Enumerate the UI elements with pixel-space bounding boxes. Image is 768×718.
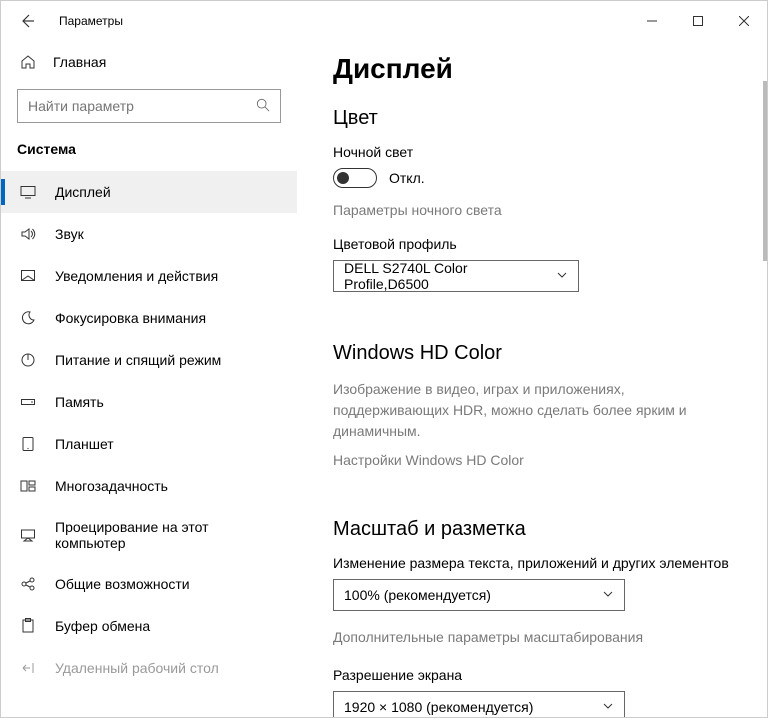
main-content: Дисплей Цвет Ночной свет Откл. Параметры… (297, 41, 767, 717)
color-heading: Цвет (333, 107, 743, 130)
scale-value: 100% (рекомендуется) (344, 587, 491, 603)
notifications-icon (19, 267, 37, 285)
resolution-value: 1920 × 1080 (рекомендуется) (344, 699, 533, 715)
sidebar-item-label: Питание и спящий режим (55, 352, 221, 368)
sidebar-item-label: Звук (55, 226, 84, 242)
sidebar-item-shared[interactable]: Общие возможности (1, 563, 297, 605)
shared-icon (19, 575, 37, 593)
search-field[interactable] (28, 98, 256, 114)
sidebar-section-label: Система (1, 141, 297, 171)
chevron-down-icon (602, 699, 614, 715)
sidebar-item-label: Планшет (55, 436, 114, 452)
hdr-settings-link[interactable]: Настройки Windows HD Color (333, 452, 743, 468)
sidebar-item-label: Общие возможности (55, 576, 190, 592)
resolution-select[interactable]: 1920 × 1080 (рекомендуется) (333, 691, 625, 717)
sidebar-item-sound[interactable]: Звук (1, 213, 297, 255)
night-light-label: Ночной свет (333, 144, 743, 160)
night-light-toggle[interactable] (333, 168, 377, 188)
home-icon (19, 53, 37, 71)
hdr-desc: Изображение в видео, играх и приложениях… (333, 379, 743, 442)
sidebar-item-label: Проецирование на этот компьютер (55, 519, 281, 551)
chevron-down-icon (602, 587, 614, 603)
color-profile-label: Цветовой профиль (333, 236, 743, 252)
sidebar-item-display[interactable]: Дисплей (1, 171, 297, 213)
home-link[interactable]: Главная (1, 45, 297, 79)
sidebar-item-label: Память (55, 394, 104, 410)
search-icon (256, 98, 270, 115)
clipboard-icon (19, 617, 37, 635)
sidebar-item-label: Дисплей (55, 184, 111, 200)
sidebar-item-storage[interactable]: Память (1, 381, 297, 423)
color-profile-select[interactable]: DELL S2740L Color Profile,D6500 (333, 260, 579, 292)
sidebar-item-label: Многозадачность (55, 478, 168, 494)
window-title: Параметры (59, 14, 123, 28)
back-button[interactable] (13, 7, 41, 35)
sidebar-item-label: Уведомления и действия (55, 268, 218, 284)
storage-icon (19, 393, 37, 411)
chevron-down-icon (556, 268, 568, 284)
multitask-icon (19, 477, 37, 495)
night-light-settings-link[interactable]: Параметры ночного света (333, 202, 743, 218)
sidebar: Главная Система Дисплей Звук Уведомления… (1, 41, 297, 717)
sidebar-item-tablet[interactable]: Планшет (1, 423, 297, 465)
tablet-icon (19, 435, 37, 453)
power-icon (19, 351, 37, 369)
sidebar-item-notifications[interactable]: Уведомления и действия (1, 255, 297, 297)
color-profile-value: DELL S2740L Color Profile,D6500 (344, 260, 546, 292)
sound-icon (19, 225, 37, 243)
focus-icon (19, 309, 37, 327)
sidebar-item-focus[interactable]: Фокусировка внимания (1, 297, 297, 339)
night-light-state: Откл. (389, 170, 425, 186)
advanced-scaling-link[interactable]: Дополнительные параметры масштабирования (333, 629, 743, 645)
scrollbar[interactable] (763, 81, 767, 261)
scale-heading: Масштаб и разметка (333, 518, 743, 541)
display-icon (19, 183, 37, 201)
sidebar-item-multitask[interactable]: Многозадачность (1, 465, 297, 507)
minimize-button[interactable] (629, 5, 675, 37)
projecting-icon (19, 526, 37, 544)
sidebar-item-label: Буфер обмена (55, 618, 150, 634)
home-label: Главная (53, 54, 106, 70)
close-button[interactable] (721, 5, 767, 37)
search-input[interactable] (17, 89, 281, 123)
resolution-label: Разрешение экрана (333, 667, 743, 683)
sidebar-item-power[interactable]: Питание и спящий режим (1, 339, 297, 381)
sidebar-item-projecting[interactable]: Проецирование на этот компьютер (1, 507, 297, 563)
page-title: Дисплей (333, 53, 743, 85)
titlebar: Параметры (1, 1, 767, 41)
hdr-heading: Windows HD Color (333, 342, 743, 365)
remote-icon (19, 659, 37, 677)
scale-label: Изменение размера текста, приложений и д… (333, 555, 743, 571)
sidebar-item-clipboard[interactable]: Буфер обмена (1, 605, 297, 647)
sidebar-item-label: Удаленный рабочий стол (55, 660, 219, 676)
sidebar-item-remote[interactable]: Удаленный рабочий стол (1, 647, 297, 689)
maximize-button[interactable] (675, 5, 721, 37)
scale-select[interactable]: 100% (рекомендуется) (333, 579, 625, 611)
sidebar-item-label: Фокусировка внимания (55, 310, 206, 326)
